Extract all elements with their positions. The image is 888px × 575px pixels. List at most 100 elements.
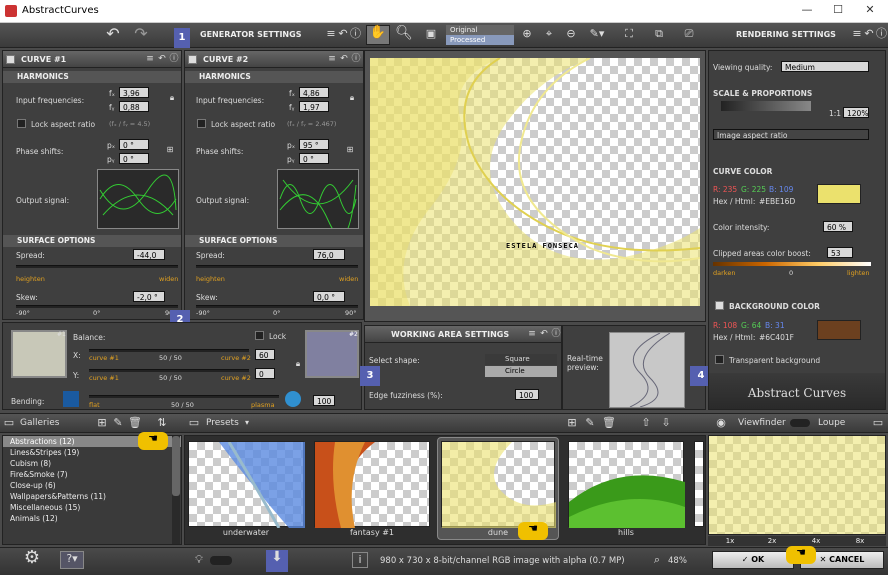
sort-icon[interactable]: ⇅ [152,416,172,430]
viewfinder[interactable] [708,435,886,535]
background-color-checkbox[interactable] [715,301,724,310]
compare-icon[interactable]: ⧉ [648,27,670,41]
link-icon[interactable]: ⊞ [345,143,355,157]
viewing-quality-select[interactable]: Medium [781,61,869,72]
preset-thumb-underwater[interactable] [188,441,305,529]
gallery-scroll-thumb[interactable] [172,436,180,496]
viewfinder-loupe-toggle[interactable] [790,419,810,427]
undo-icon[interactable]: ↶ [102,26,124,42]
image-icon[interactable]: ▣ [422,27,440,41]
gallery-item-cubism[interactable]: Cubism (8) [3,458,181,469]
chevron-down-icon[interactable]: ▾ [242,416,252,430]
new-gallery-icon[interactable]: ⊞ [96,416,108,430]
curve1-skew-input[interactable]: -2,0 ° [133,291,165,302]
help-icon[interactable]: ?▾ [60,551,84,569]
curve2-lock-aspect-checkbox[interactable] [197,119,206,128]
clip-boost-slider[interactable] [713,262,871,266]
download-arrow-icon[interactable]: ⬇ [266,550,288,572]
edit-preset-icon[interactable]: ✎ [584,416,596,430]
curve1-spread-slider[interactable] [16,265,178,268]
gallery-item-close-up[interactable]: Close-up (6) [3,480,181,491]
color-picker-icon[interactable]: ✎▾ [586,27,608,41]
shape-square-option[interactable]: Square [485,354,557,365]
gallery-item-fire-smoke[interactable]: Fire&Smoke (7) [3,469,181,480]
loupe-title[interactable]: Loupe [818,418,845,428]
curve2-skew-input[interactable]: 0,0 ° [313,291,345,302]
balance-y-slider[interactable] [89,369,249,372]
maximize-button[interactable]: ☐ [823,3,853,16]
curve1-px-input[interactable]: 0 ° [119,139,149,150]
ok-button[interactable]: ✓ OK [712,551,794,569]
curve2-spread-slider[interactable] [196,265,358,268]
presets-toggle-icon[interactable]: ▭ [188,416,200,430]
gallery-item-miscellaneous[interactable]: Miscellaneous (15) [3,502,181,513]
blending-slider[interactable] [89,395,279,398]
shape-circle-option[interactable]: Circle [485,366,557,377]
fit-view-icon[interactable]: ⛶ [618,27,640,41]
balance-y-input[interactable]: 0 [255,368,275,379]
color-intensity-input[interactable]: 60 % [823,221,853,232]
balance-lock-checkbox[interactable] [255,331,264,340]
balance-x-slider[interactable] [89,349,249,352]
info-icon[interactable]: ⓘ [351,52,361,66]
curve1-lock-aspect-checkbox[interactable] [17,119,26,128]
reset-icon[interactable]: ↶ [864,27,874,41]
menu-icon[interactable]: ≡ [852,27,862,41]
curve2-skew-slider[interactable] [196,305,358,308]
menu-icon[interactable]: ≡ [326,27,336,41]
export-icon[interactable]: ⇩ [660,416,672,430]
reset-icon[interactable]: ↶ [157,52,167,66]
view-toggle[interactable]: Original Processed [446,25,514,45]
curve1-skew-slider[interactable] [16,305,178,308]
reset-icon[interactable]: ↶ [339,52,349,66]
curve1-py-input[interactable]: 0 ° [119,153,149,164]
curve2-fx-input[interactable]: 4,86 [299,87,329,98]
zoom-2x[interactable]: 2x [764,537,780,545]
flat-blend-icon[interactable] [63,391,79,407]
curve2-px-input[interactable]: 95 ° [299,139,329,150]
menu-icon[interactable]: ≡ [527,327,537,341]
zoom-8x[interactable]: 8x [852,537,868,545]
clip-boost-input[interactable]: 53 [827,247,853,258]
info-icon[interactable]: ⓘ [551,327,561,341]
gallery-item-animals[interactable]: Animals (12) [3,513,181,524]
info-icon[interactable]: i [352,552,368,568]
viewfinder-title[interactable]: Viewfinder [738,418,786,428]
curve1-spread-input[interactable]: -44,0 [133,249,165,260]
zoom-1x[interactable]: 1x [722,537,738,545]
zoom-tool-icon[interactable]: 🔍︎ [393,26,415,40]
info-icon[interactable]: ⓘ [169,52,179,66]
link-icon[interactable]: ⊞ [165,143,175,157]
curve1-enable-checkbox[interactable] [6,55,15,64]
lock-icon[interactable]: 🔒︎ [347,91,357,105]
original-tab[interactable]: Original [446,25,514,35]
reset-icon[interactable]: ↶ [338,27,348,41]
curve2-enable-checkbox[interactable] [188,55,197,64]
preset-thumb-hills[interactable] [568,441,685,528]
import-icon[interactable]: ⇧ [640,416,652,430]
menu-icon[interactable]: ≡ [327,52,337,66]
lock-icon[interactable]: 🔒︎ [167,91,177,105]
delete-gallery-icon[interactable]: 🗑︎ [128,416,142,430]
close-window-button[interactable]: ✕ [855,3,885,16]
gear-icon[interactable]: ⚙ [20,549,44,567]
edit-gallery-icon[interactable]: ✎ [112,416,124,430]
reset-icon[interactable]: ↶ [539,327,549,341]
redo-icon[interactable]: ↷ [130,26,152,42]
processed-tab[interactable]: Processed [446,35,514,45]
plasma-blend-icon[interactable] [285,391,301,407]
aspect-ratio-select[interactable]: Image aspect ratio [713,129,869,140]
lightbulb-icon[interactable]: 💡︎ [192,553,206,567]
add-point-icon[interactable]: ⊕ [518,27,536,41]
preset-thumb-fantasy[interactable] [314,441,430,528]
background-color-swatch[interactable] [817,320,861,340]
preset-thumb-partial[interactable] [694,441,704,527]
fullscreen-icon[interactable]: ⎚ [678,27,700,41]
preview-canvas[interactable] [370,57,701,306]
edge-fuzziness-input[interactable]: 100 [515,389,539,400]
lock-icon[interactable]: 🔒︎ [293,357,303,371]
scale-zoom-input[interactable]: 120% [843,107,869,118]
tips-toggle[interactable] [210,556,232,565]
gallery-toggle-icon[interactable]: ▭ [3,416,15,430]
new-preset-icon[interactable]: ⊞ [566,416,578,430]
